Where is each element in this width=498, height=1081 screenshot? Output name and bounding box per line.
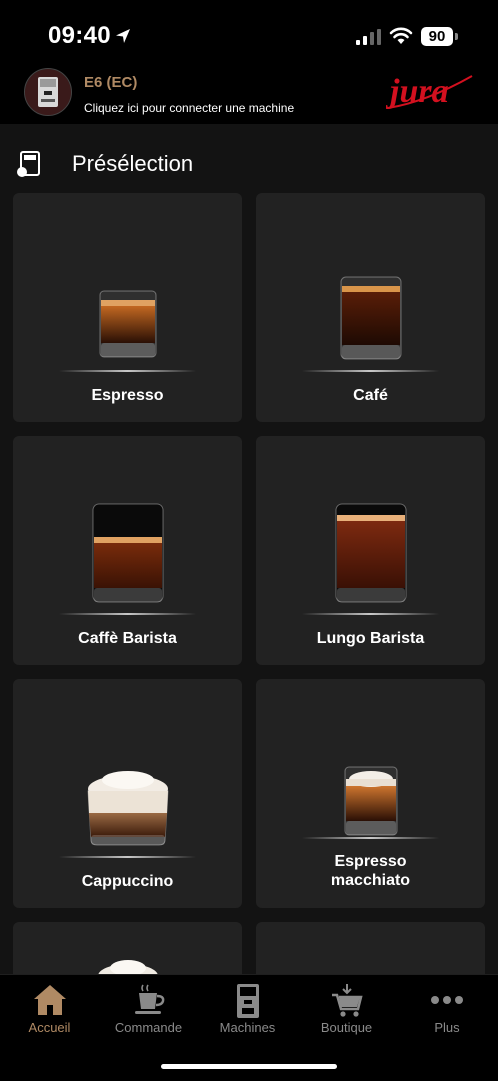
shelf-line	[59, 856, 196, 858]
preselection-icon	[17, 151, 40, 177]
coffee-machine-image-icon	[25, 69, 71, 115]
tab-label: Commande	[114, 1020, 183, 1035]
espresso-glass-icon	[99, 290, 157, 358]
caffe-barista-glass-icon	[92, 503, 164, 603]
battery-indicator: 90	[421, 27, 453, 46]
product-label-line1: Espresso	[334, 853, 407, 870]
cellular-signal-icon	[356, 29, 381, 45]
home-icon	[33, 985, 66, 1015]
espresso-macchiato-glass-icon	[344, 766, 398, 836]
section-title: Présélection	[72, 151, 194, 176]
coffee-machine-icon	[236, 984, 259, 1018]
product-card-lungo-barista[interactable]: Lungo Barista	[256, 436, 485, 665]
cafe-glass-icon	[340, 276, 402, 360]
product-card-caffe-barista[interactable]: Caffè Barista	[13, 436, 242, 665]
shelf-line	[302, 837, 439, 839]
coffee-cup-icon	[134, 984, 164, 1014]
connect-machine-hint[interactable]: Cliquez ici pour connecter une machine	[84, 101, 294, 115]
product-label: Espresso	[91, 387, 164, 404]
tab-label: Accueil	[28, 1020, 71, 1035]
shelf-line	[59, 613, 196, 615]
more-dots-icon	[431, 996, 463, 1004]
machine-thumbnail[interactable]	[24, 68, 72, 116]
wifi-icon	[389, 27, 413, 44]
home-indicator[interactable]	[161, 1064, 337, 1069]
status-bar: 09:40 90	[0, 0, 498, 62]
machine-name[interactable]: E6 (EC)	[84, 74, 137, 91]
product-card-cafe[interactable]: Café	[256, 193, 485, 422]
product-label: Lungo Barista	[316, 630, 425, 647]
product-card-espresso[interactable]: Espresso	[13, 193, 242, 422]
shopping-cart-icon	[331, 984, 363, 1017]
tab-boutique[interactable]: Boutique	[297, 975, 396, 1045]
tab-plus[interactable]: Plus	[396, 975, 498, 1045]
location-arrow-icon	[116, 29, 130, 43]
tab-label: Boutique	[320, 1020, 373, 1035]
shelf-line	[302, 613, 439, 615]
machine-header[interactable]: E6 (EC) Cliquez ici pour connecter une m…	[0, 62, 498, 124]
product-label: Caffè Barista	[78, 630, 177, 647]
tab-machines[interactable]: Machines	[198, 975, 297, 1045]
product-card-espresso-macchiato[interactable]: Espresso macchiato	[256, 679, 485, 908]
product-card-partial-left[interactable]	[13, 922, 242, 982]
cappuccino-glass-icon	[87, 771, 169, 846]
product-card-partial-right[interactable]	[256, 922, 485, 982]
jura-logo: jura	[386, 73, 473, 110]
product-label: Cappuccino	[81, 873, 174, 890]
shelf-line	[59, 370, 196, 372]
tab-label: Plus	[434, 1020, 460, 1035]
product-card-cappuccino[interactable]: Cappuccino	[13, 679, 242, 908]
product-label-line2: macchiato	[330, 872, 411, 889]
tab-accueil[interactable]: Accueil	[0, 975, 99, 1045]
status-time: 09:40	[48, 22, 111, 49]
tab-commande[interactable]: Commande	[99, 975, 198, 1045]
product-label: Café	[353, 387, 388, 404]
tab-label: Machines	[219, 1020, 276, 1035]
lungo-barista-glass-icon	[335, 503, 407, 603]
shelf-line	[302, 370, 439, 372]
battery-tip	[455, 33, 458, 40]
